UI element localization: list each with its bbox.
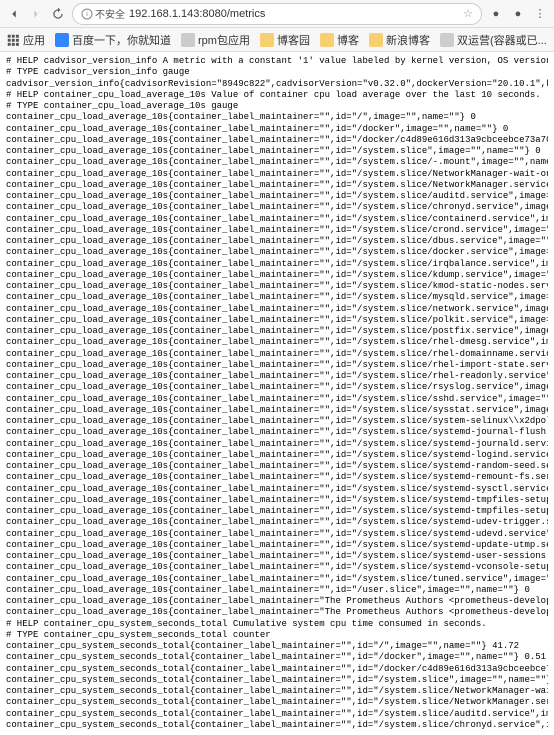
metric-line: container_cpu_load_average_10s{container… bbox=[6, 461, 548, 472]
metric-line: container_cpu_load_average_10s{container… bbox=[6, 146, 548, 157]
metric-line: container_cpu_load_average_10s{container… bbox=[6, 427, 548, 438]
browser-toolbar: i不安全 192.168.1.143:8080/metrics ☆ ● ● ⋮ bbox=[0, 0, 554, 28]
metric-line: container_cpu_load_average_10s{container… bbox=[6, 157, 548, 168]
folder-icon bbox=[260, 33, 274, 47]
metric-line: container_cpu_load_average_10s{container… bbox=[6, 326, 548, 337]
metric-line: container_cpu_load_average_10s{container… bbox=[6, 472, 548, 483]
metric-line: container_cpu_load_average_10s{container… bbox=[6, 124, 548, 135]
metric-line: container_cpu_load_average_10s{container… bbox=[6, 337, 548, 348]
metric-line: # HELP container_cpu_system_seconds_tota… bbox=[6, 619, 548, 630]
favicon-icon bbox=[55, 33, 69, 47]
metric-line: cadvisor_version_info{cadvisorRevision="… bbox=[6, 79, 548, 90]
metric-line: container_cpu_load_average_10s{container… bbox=[6, 562, 548, 573]
metric-line: container_cpu_load_average_10s{container… bbox=[6, 236, 548, 247]
bookmark-star-icon[interactable]: ☆ bbox=[463, 7, 473, 20]
metric-line: container_cpu_load_average_10s{container… bbox=[6, 405, 548, 416]
metric-line: container_cpu_load_average_10s{container… bbox=[6, 529, 548, 540]
metric-line: # HELP container_cpu_load_average_10s Va… bbox=[6, 90, 548, 101]
metric-line: container_cpu_load_average_10s{container… bbox=[6, 506, 548, 517]
metric-line: container_cpu_system_seconds_total{conta… bbox=[6, 664, 548, 675]
extension-icon[interactable]: ● bbox=[488, 6, 504, 22]
url-text: 192.168.1.143:8080/metrics bbox=[129, 8, 265, 20]
back-button[interactable] bbox=[6, 6, 22, 22]
metric-line: # HELP cadvisor_version_info A metric wi… bbox=[6, 56, 548, 67]
favicon-icon bbox=[181, 33, 195, 47]
bookmark-item[interactable]: rpm包应用 bbox=[181, 32, 250, 48]
metric-line: container_cpu_load_average_10s{container… bbox=[6, 484, 548, 495]
bookmark-item[interactable]: 博客 bbox=[320, 32, 359, 48]
metric-line: container_cpu_load_average_10s{container… bbox=[6, 585, 548, 596]
metric-line: # TYPE container_cpu_load_average_10s ga… bbox=[6, 101, 548, 112]
metric-line: # TYPE container_cpu_system_seconds_tota… bbox=[6, 630, 548, 641]
metric-line: container_cpu_load_average_10s{container… bbox=[6, 135, 548, 146]
metric-line: container_cpu_system_seconds_total{conta… bbox=[6, 652, 548, 663]
metric-line: container_cpu_system_seconds_total{conta… bbox=[6, 720, 548, 731]
metric-line: container_cpu_load_average_10s{container… bbox=[6, 540, 548, 551]
profile-icon[interactable]: ● bbox=[510, 6, 526, 22]
metric-line: container_cpu_load_average_10s{container… bbox=[6, 394, 548, 405]
metric-line: container_cpu_load_average_10s{container… bbox=[6, 259, 548, 270]
metric-line: container_cpu_load_average_10s{container… bbox=[6, 607, 548, 618]
menu-icon[interactable]: ⋮ bbox=[532, 6, 548, 22]
metric-line: container_cpu_system_seconds_total{conta… bbox=[6, 641, 548, 652]
metric-line: container_cpu_load_average_10s{container… bbox=[6, 202, 548, 213]
metric-line: container_cpu_load_average_10s{container… bbox=[6, 270, 548, 281]
reload-button[interactable] bbox=[50, 6, 66, 22]
metric-line: container_cpu_system_seconds_total{conta… bbox=[6, 709, 548, 720]
metric-line: container_cpu_load_average_10s{container… bbox=[6, 495, 548, 506]
metric-line: container_cpu_load_average_10s{container… bbox=[6, 371, 548, 382]
metric-line: container_cpu_load_average_10s{container… bbox=[6, 169, 548, 180]
metric-line: container_cpu_load_average_10s{container… bbox=[6, 191, 548, 202]
metric-line: container_cpu_system_seconds_total{conta… bbox=[6, 697, 548, 708]
metric-line: container_cpu_load_average_10s{container… bbox=[6, 112, 548, 123]
metric-line: container_cpu_load_average_10s{container… bbox=[6, 180, 548, 191]
bookmarks-bar: 应用 百度一下，你就知道 rpm包应用 博客园 博客 新浪博客 双运营(容器或已… bbox=[0, 28, 554, 52]
svg-text:i: i bbox=[86, 11, 88, 18]
metric-line: container_cpu_load_average_10s{container… bbox=[6, 416, 548, 427]
forward-button[interactable] bbox=[28, 6, 44, 22]
apps-label: 应用 bbox=[23, 32, 45, 48]
bookmark-item[interactable]: 新浪博客 bbox=[369, 32, 430, 48]
address-bar[interactable]: i不安全 192.168.1.143:8080/metrics ☆ bbox=[72, 3, 482, 25]
bookmark-label: 新浪博客 bbox=[386, 32, 430, 48]
metric-line: container_cpu_load_average_10s{container… bbox=[6, 596, 548, 607]
metric-line: container_cpu_load_average_10s{container… bbox=[6, 304, 548, 315]
bookmark-label: 博客园 bbox=[277, 32, 310, 48]
metric-line: container_cpu_load_average_10s{container… bbox=[6, 315, 548, 326]
bookmark-label: rpm包应用 bbox=[198, 32, 250, 48]
metric-line: container_cpu_load_average_10s{container… bbox=[6, 281, 548, 292]
bookmark-item[interactable]: 双运营(容器或已... bbox=[440, 32, 547, 48]
metric-line: container_cpu_load_average_10s{container… bbox=[6, 360, 548, 371]
folder-icon bbox=[369, 33, 383, 47]
bookmark-label: 双运营(容器或已... bbox=[457, 32, 547, 48]
metric-line: container_cpu_load_average_10s{container… bbox=[6, 225, 548, 236]
metric-line: container_cpu_load_average_10s{container… bbox=[6, 214, 548, 225]
folder-icon bbox=[320, 33, 334, 47]
metric-line: container_cpu_system_seconds_total{conta… bbox=[6, 675, 548, 686]
metric-line: container_cpu_load_average_10s{container… bbox=[6, 349, 548, 360]
metric-line: container_cpu_load_average_10s{container… bbox=[6, 382, 548, 393]
metrics-content: # HELP cadvisor_version_info A metric wi… bbox=[0, 52, 554, 735]
bookmark-item[interactable]: 博客园 bbox=[260, 32, 310, 48]
not-secure-badge: i不安全 bbox=[81, 6, 125, 21]
metric-line: container_cpu_load_average_10s{container… bbox=[6, 574, 548, 585]
bookmark-label: 百度一下，你就知道 bbox=[72, 32, 171, 48]
metric-line: container_cpu_load_average_10s{container… bbox=[6, 551, 548, 562]
bookmark-label: 博客 bbox=[337, 32, 359, 48]
metric-line: # TYPE cadvisor_version_info gauge bbox=[6, 67, 548, 78]
metric-line: container_cpu_system_seconds_total{conta… bbox=[6, 686, 548, 697]
apps-shortcut[interactable]: 应用 bbox=[6, 32, 45, 48]
favicon-icon bbox=[440, 33, 454, 47]
metric-line: container_cpu_load_average_10s{container… bbox=[6, 247, 548, 258]
bookmark-item[interactable]: 百度一下，你就知道 bbox=[55, 32, 171, 48]
metric-line: container_cpu_load_average_10s{container… bbox=[6, 450, 548, 461]
metric-line: container_cpu_load_average_10s{container… bbox=[6, 439, 548, 450]
metric-line: container_cpu_load_average_10s{container… bbox=[6, 292, 548, 303]
